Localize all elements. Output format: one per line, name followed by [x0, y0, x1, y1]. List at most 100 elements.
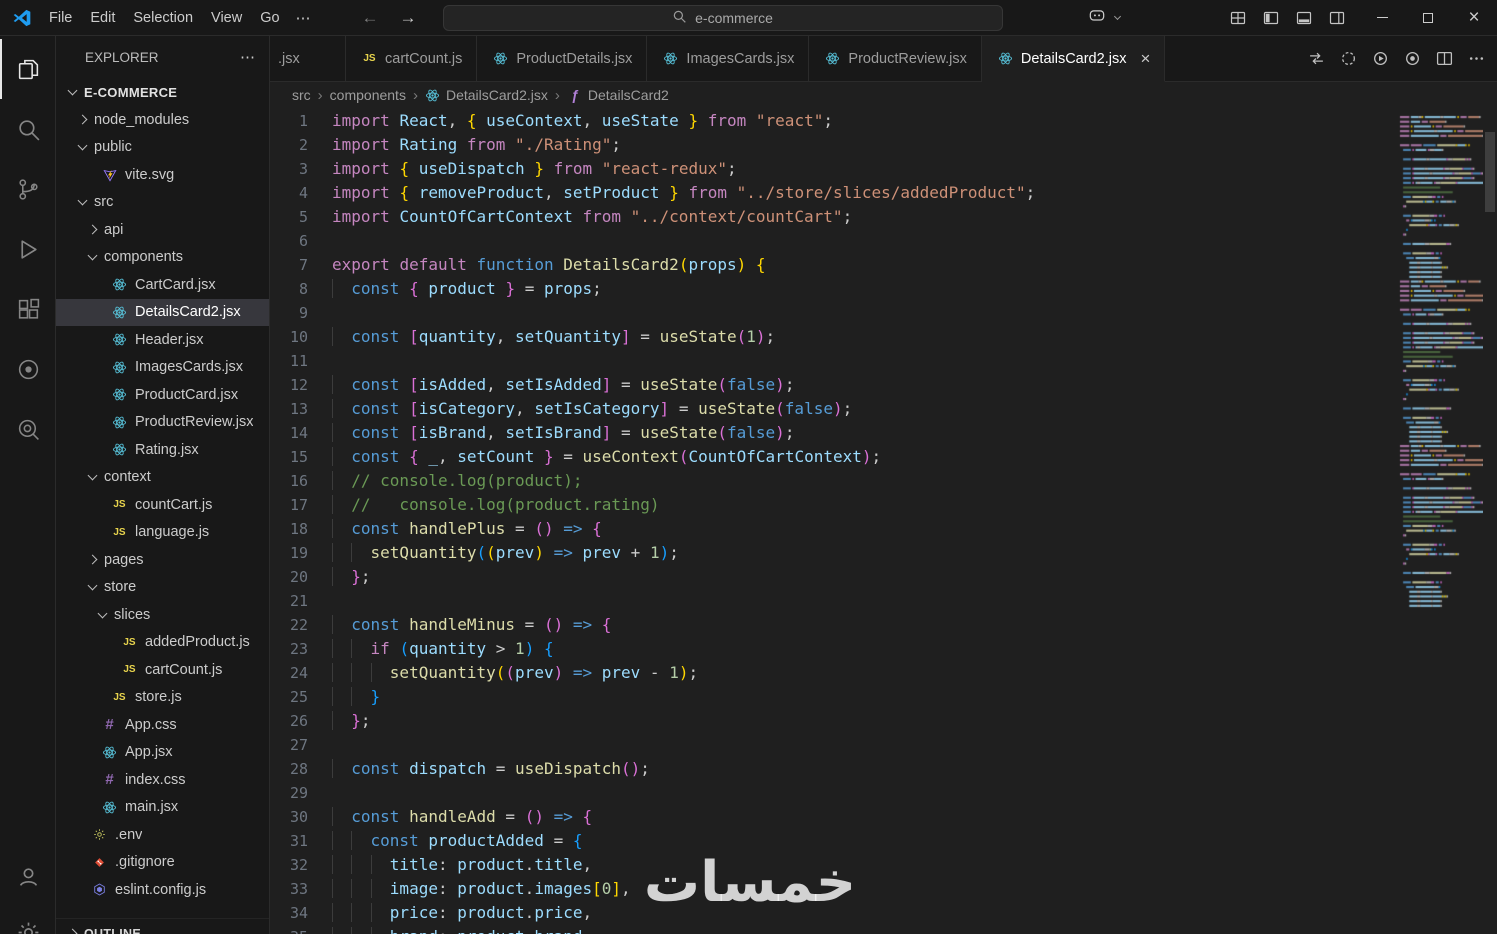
line-content[interactable]: import React, { useContext, useState } f…	[332, 109, 833, 133]
tree-item-.env[interactable]: .env	[56, 821, 269, 849]
line-number[interactable]: 13	[270, 397, 332, 421]
tree-item-vite.svg[interactable]: vite.svg	[56, 161, 269, 189]
minimize-button[interactable]	[1359, 0, 1405, 35]
scrollbar[interactable]	[1483, 108, 1497, 934]
source-control-icon[interactable]	[0, 159, 55, 219]
line-number[interactable]: 31	[270, 829, 332, 853]
line-content[interactable]: title: product.title,	[332, 853, 592, 877]
tab-ProductReview.jsx[interactable]: ProductReview.jsx	[809, 36, 982, 82]
line-content[interactable]: import { useDispatch } from "react-redux…	[332, 157, 737, 181]
line-content[interactable]: price: product.price,	[332, 901, 592, 925]
breadcrumb-DetailsCard2[interactable]: ƒ DetailsCard2	[567, 87, 669, 103]
explorer-more-actions-icon[interactable]: ⋯	[240, 48, 255, 66]
code-editor[interactable]: 1 import React, { useContext, useState } …	[270, 108, 1497, 934]
record-circle-icon[interactable]	[1404, 50, 1421, 67]
tree-item-.gitignore[interactable]: .gitignore	[56, 849, 269, 877]
tab-.jsx[interactable]: .jsx	[270, 36, 346, 82]
tree-item-store[interactable]: store	[56, 574, 269, 602]
line-content[interactable]: const handlePlus = () => {	[332, 517, 602, 541]
tree-item-countCart.js[interactable]: JS countCart.js	[56, 491, 269, 519]
line-number[interactable]: 26	[270, 709, 332, 733]
menu-edit[interactable]: Edit	[81, 6, 124, 30]
line-number[interactable]: 34	[270, 901, 332, 925]
menu-file[interactable]: File	[40, 6, 81, 30]
line-content[interactable]: export default function DetailsCard2(pro…	[332, 253, 766, 277]
line-number[interactable]: 20	[270, 565, 332, 589]
line-number[interactable]: 24	[270, 661, 332, 685]
breadcrumb-DetailsCard2.jsx[interactable]: DetailsCard2.jsx	[425, 87, 548, 103]
line-number[interactable]: 9	[270, 301, 332, 325]
tree-item-components[interactable]: components	[56, 244, 269, 272]
tree-item-ProductReview.jsx[interactable]: ProductReview.jsx	[56, 409, 269, 437]
line-number[interactable]: 18	[270, 517, 332, 541]
line-content[interactable]: const [quantity, setQuantity] = useState…	[332, 325, 775, 349]
line-number[interactable]: 35	[270, 925, 332, 934]
tree-item-index.css[interactable]: # index.css	[56, 766, 269, 794]
tree-item-language.js[interactable]: JS language.js	[56, 519, 269, 547]
line-number[interactable]: 17	[270, 493, 332, 517]
open-changes-icon[interactable]	[1308, 50, 1325, 67]
tab-DetailsCard2.jsx[interactable]: DetailsCard2.jsx ×	[981, 36, 1166, 82]
toggle-panel-icon[interactable]	[1296, 10, 1312, 26]
tree-item-ProductCard.jsx[interactable]: ProductCard.jsx	[56, 381, 269, 409]
tree-item-main.jsx[interactable]: main.jsx	[56, 794, 269, 822]
more-actions-icon[interactable]	[1468, 50, 1485, 67]
tree-item-App.jsx[interactable]: App.jsx	[56, 739, 269, 767]
line-number[interactable]: 2	[270, 133, 332, 157]
line-content[interactable]: import Rating from "./Rating";	[332, 133, 621, 157]
extension-b-icon[interactable]	[0, 399, 55, 459]
account-icon[interactable]	[0, 848, 55, 904]
menu-view[interactable]: View	[202, 6, 251, 30]
line-number[interactable]: 1	[270, 109, 332, 133]
extension-a-icon[interactable]	[0, 339, 55, 399]
line-number[interactable]: 10	[270, 325, 332, 349]
line-number[interactable]: 27	[270, 733, 332, 757]
line-number[interactable]: 12	[270, 373, 332, 397]
line-number[interactable]: 6	[270, 229, 332, 253]
line-number[interactable]: 8	[270, 277, 332, 301]
extensions-icon[interactable]	[0, 279, 55, 339]
close-button[interactable]: ×	[1451, 0, 1497, 35]
tree-item-store.js[interactable]: JS store.js	[56, 684, 269, 712]
line-number[interactable]: 22	[270, 613, 332, 637]
customize-layout-icon[interactable]	[1230, 10, 1246, 26]
line-number[interactable]: 29	[270, 781, 332, 805]
line-number[interactable]: 11	[270, 349, 332, 373]
run-circle-icon[interactable]	[1372, 50, 1389, 67]
line-content[interactable]: const dispatch = useDispatch();	[332, 757, 650, 781]
copilot-button[interactable]	[1079, 5, 1136, 30]
line-content[interactable]: };	[332, 709, 370, 733]
tree-item-api[interactable]: api	[56, 216, 269, 244]
line-number[interactable]: 21	[270, 589, 332, 613]
menu-selection[interactable]: Selection	[124, 6, 202, 30]
command-center-search[interactable]: e-commerce	[442, 4, 1003, 31]
tree-item-public[interactable]: public	[56, 134, 269, 162]
outline-section[interactable]: OUTLINE	[56, 918, 269, 934]
search-icon[interactable]	[0, 99, 55, 159]
line-number[interactable]: 33	[270, 877, 332, 901]
line-number[interactable]: 25	[270, 685, 332, 709]
line-content[interactable]: const [isCategory, setIsCategory] = useS…	[332, 397, 852, 421]
line-content[interactable]: const [isBrand, setIsBrand] = useState(f…	[332, 421, 794, 445]
line-content[interactable]: import { removeProduct, setProduct } fro…	[332, 181, 1035, 205]
scrollbar-thumb[interactable]	[1485, 132, 1495, 212]
line-content[interactable]: };	[332, 565, 370, 589]
line-content[interactable]: }	[332, 685, 381, 709]
maximize-button[interactable]	[1405, 0, 1451, 35]
toggle-secondary-sidebar-icon[interactable]	[1329, 10, 1345, 26]
line-content[interactable]: import CountOfCartContext from "../conte…	[332, 205, 852, 229]
line-content[interactable]: const handleAdd = () => {	[332, 805, 592, 829]
line-content[interactable]: setQuantity((prev) => prev - 1);	[332, 661, 698, 685]
settings-icon[interactable]	[0, 904, 55, 934]
explorer-icon[interactable]	[0, 39, 55, 99]
line-content[interactable]: // console.log(product.rating)	[332, 493, 659, 517]
tree-item-eslint.config.js[interactable]: eslint.config.js	[56, 876, 269, 904]
line-number[interactable]: 4	[270, 181, 332, 205]
circle-outline-icon[interactable]	[1340, 50, 1357, 67]
line-number[interactable]: 5	[270, 205, 332, 229]
run-debug-icon[interactable]	[0, 219, 55, 279]
menu-go[interactable]: Go	[251, 6, 288, 30]
tree-item-node_modules[interactable]: node_modules	[56, 106, 269, 134]
tree-item-context[interactable]: context	[56, 464, 269, 492]
line-content[interactable]: brand: product.brand,	[332, 925, 592, 934]
